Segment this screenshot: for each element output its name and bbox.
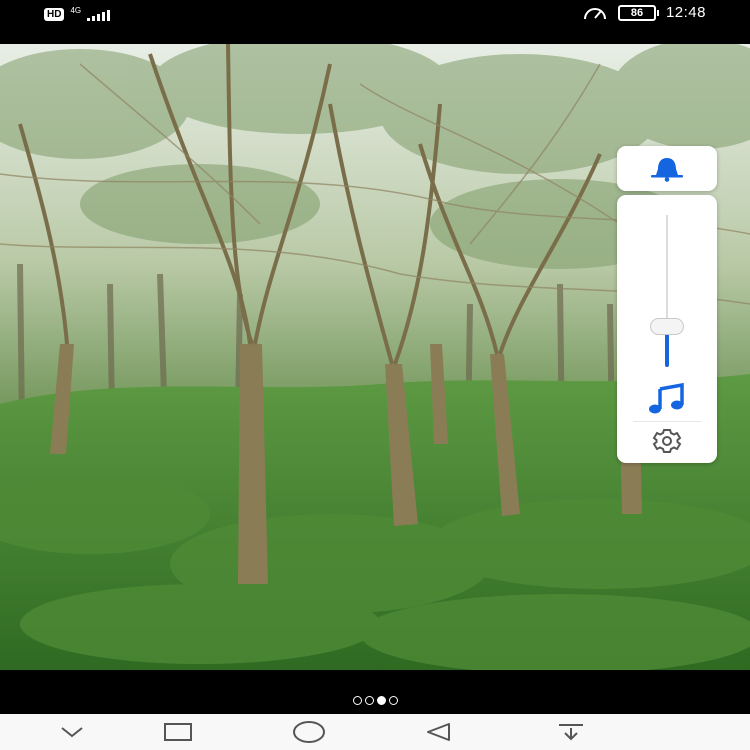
sound-settings-button[interactable] xyxy=(651,427,683,455)
home-circle-icon xyxy=(293,721,325,743)
media-volume-button[interactable] xyxy=(646,382,688,415)
page-dot xyxy=(364,696,374,705)
back-triangle-icon xyxy=(427,723,450,741)
status-right-group: 86 12:48 xyxy=(582,4,706,21)
navigation-bar xyxy=(0,714,750,750)
recents-button[interactable] xyxy=(160,718,196,746)
speed-gauge-icon xyxy=(583,7,606,19)
volume-slider-thumb[interactable] xyxy=(650,318,684,335)
notification-pulldown-button[interactable] xyxy=(554,718,588,746)
page-dot xyxy=(352,696,362,705)
page-dot xyxy=(388,696,398,705)
battery-indicator: 86 xyxy=(617,4,659,21)
music-note-icon xyxy=(649,382,684,414)
status-left-group: HD 4G xyxy=(44,5,111,21)
page-dot xyxy=(376,696,386,705)
page-indicator xyxy=(0,696,750,705)
network-type-label: 4G xyxy=(70,5,82,15)
page-indicator-area xyxy=(0,670,750,714)
hd-badge: HD xyxy=(44,8,65,21)
square-icon xyxy=(164,723,192,741)
notification-pulldown-icon xyxy=(559,724,583,741)
back-button[interactable] xyxy=(422,718,456,746)
volume-panel xyxy=(617,195,717,463)
status-bar: HD 4G 86 12:48 xyxy=(0,0,750,44)
signal-strength-icon xyxy=(87,9,111,21)
home-button[interactable] xyxy=(290,718,328,746)
chevron-down-icon xyxy=(61,727,83,738)
gear-icon xyxy=(652,429,682,453)
panel-divider xyxy=(633,421,701,422)
bell-icon xyxy=(651,157,683,182)
chevron-down-button[interactable] xyxy=(56,718,88,746)
clock: 12:48 xyxy=(665,4,706,21)
ringer-mode-button[interactable] xyxy=(617,146,717,191)
